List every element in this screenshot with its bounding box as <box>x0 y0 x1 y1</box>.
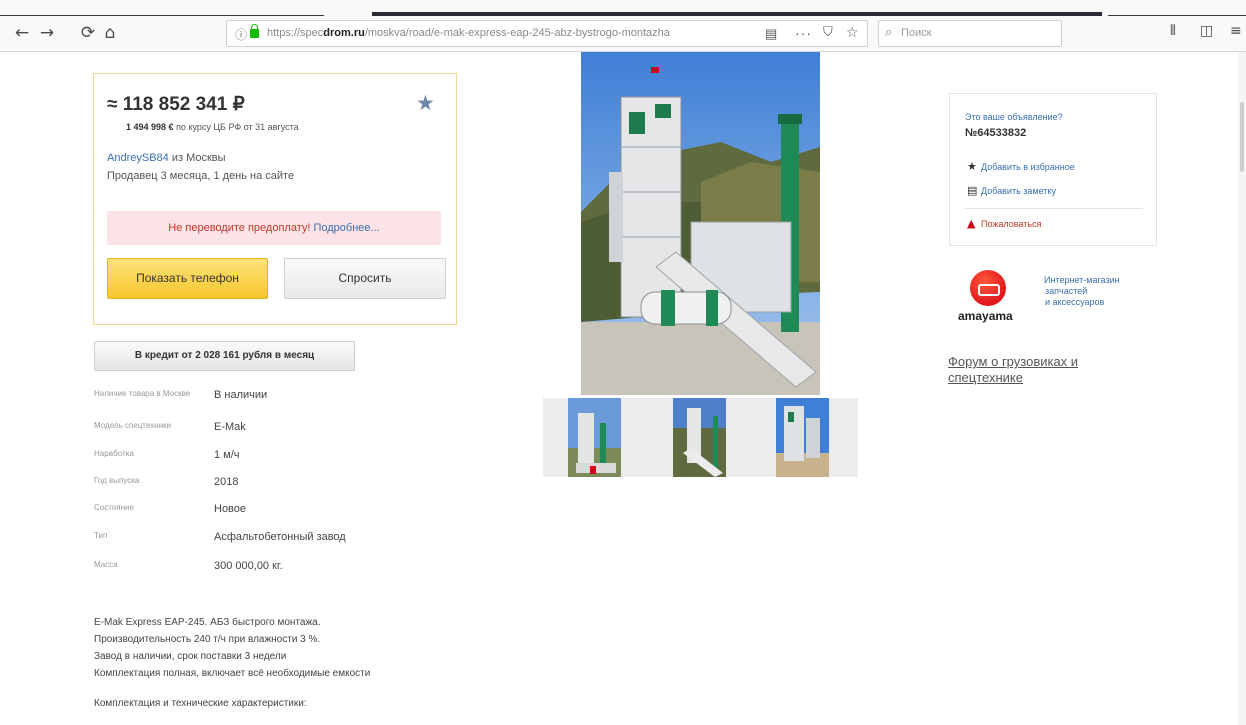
add-favorite-link[interactable]: Добавить в избранное <box>981 162 1075 172</box>
amayama-brand[interactable]: amayama <box>958 309 1013 323</box>
favorite-star-icon[interactable]: ★ <box>416 91 435 115</box>
menu-icon[interactable]: ≡ <box>1230 23 1242 39</box>
spec-key: Состояние <box>94 503 134 512</box>
search-icon: ⌕ <box>885 25 893 40</box>
amayama-line: запчастей <box>1045 286 1088 296</box>
spec-value: Новое <box>214 503 247 515</box>
thumbnail[interactable] <box>568 398 621 477</box>
amayama-logo-icon[interactable] <box>970 270 1006 306</box>
complain-item[interactable]: ▲ Пожаловаться <box>967 217 1041 230</box>
library-icon[interactable]: ⫴ <box>1170 23 1176 39</box>
price: ≈ 118 852 341 ₽ <box>107 94 245 115</box>
lock-icon <box>250 24 259 38</box>
spec-value: Асфальтобетонный завод <box>214 531 346 543</box>
spec-value: В наличии <box>214 389 268 401</box>
spec-value: 2018 <box>214 476 239 488</box>
address-bar[interactable]: ⓘ https://specdrom.ru/moskva/road/e-mak-… <box>226 20 868 47</box>
prepay-warning: Не переводите предоплату! Подробнее... <box>107 211 441 245</box>
forum-link-line: спецтехнике <box>948 370 1023 385</box>
thumbnail[interactable] <box>673 398 726 477</box>
reload-icon[interactable]: ⟳ <box>78 22 98 44</box>
search-box[interactable]: ⌕ Поиск <box>878 20 1062 47</box>
thumbnail-strip <box>543 398 858 477</box>
show-phone-button[interactable]: Показать телефон <box>107 258 268 299</box>
search-placeholder: Поиск <box>901 27 932 39</box>
ask-button[interactable]: Спросить <box>284 258 446 299</box>
description-line: Комплектация и технические характеристик… <box>94 698 307 709</box>
sidebar-icon[interactable]: ◫ <box>1200 23 1213 39</box>
description-line: Комплектация полная, включает всё необхо… <box>94 668 371 679</box>
spec-key: Масса <box>94 560 118 569</box>
add-note-link[interactable]: Добавить заметку <box>981 186 1056 196</box>
description-line: Производительность 240 т/ч при влажности… <box>94 634 321 645</box>
add-note-item[interactable]: ▤ Добавить заметку <box>967 184 1056 197</box>
star-icon: ★ <box>967 160 977 173</box>
spec-key: Наработка <box>94 449 134 458</box>
asphalt-plant-photo <box>581 52 820 395</box>
scrollbar-thumb[interactable] <box>1240 102 1244 172</box>
complain-link[interactable]: Пожаловаться <box>981 219 1041 229</box>
site-info-icon[interactable]: ⓘ <box>235 26 247 43</box>
back-icon[interactable]: ← <box>12 22 32 44</box>
listing-id: №64533832 <box>965 127 1027 139</box>
spec-key: Тип <box>94 531 108 540</box>
spec-value: 300 000,00 кг. <box>214 560 283 572</box>
home-icon[interactable]: ⌂ <box>100 22 120 44</box>
spec-key: Модель спецтехники <box>94 421 172 430</box>
forum-link[interactable]: Форум о грузовиках и спецтехнике <box>948 354 1078 386</box>
amayama-line: и аксессуаров <box>1045 297 1105 307</box>
price-eur: 1 494 998 € по курсу ЦБ РФ от 31 августа <box>126 122 299 132</box>
add-favorite-item[interactable]: ★ Добавить в избранное <box>967 160 1075 173</box>
url-text[interactable]: https://specdrom.ru/moskva/road/e-mak-ex… <box>267 27 727 39</box>
spec-value: E-Mak <box>214 421 246 433</box>
page-actions-icon[interactable]: ··· <box>795 25 812 41</box>
pocket-icon[interactable]: ⛉ <box>823 25 833 40</box>
warning-more-link[interactable]: Подробнее... <box>313 222 379 234</box>
spec-key: Год выпуска <box>94 476 140 485</box>
price-box: ≈ 118 852 341 ₽ ★ 1 494 998 € по курсу Ц… <box>93 73 457 325</box>
amayama-line: Интернет-магазин <box>1044 275 1120 285</box>
description-line: E-Mak Express EAP-245. АБЗ быстрого монт… <box>94 617 321 628</box>
warning-icon: ▲ <box>967 217 976 230</box>
main-photo[interactable] <box>581 52 820 395</box>
spec-value: 1 м/ч <box>214 449 240 461</box>
browser-toolbar: ← → ⟳ ⌂ ⓘ https://specdrom.ru/moskva/roa… <box>0 16 1246 52</box>
credit-button[interactable]: В кредит от 2 028 161 рубля в месяц <box>94 341 355 371</box>
tab-strip <box>0 0 1246 16</box>
note-icon: ▤ <box>967 184 978 197</box>
description-line: Завод в наличии, срок поставки 3 недели <box>94 651 287 662</box>
seller-info: AndreySB84 из Москвы <box>107 152 226 164</box>
seller-since: Продавец 3 месяца, 1 день на сайте <box>107 170 295 182</box>
divider <box>965 208 1143 209</box>
thumbnail[interactable] <box>776 398 829 477</box>
forum-link-line: Форум о грузовиках и <box>948 354 1079 369</box>
forward-icon[interactable]: → <box>37 22 57 44</box>
owner-box: Это ваше объявление? №64533832 ★ Добавить… <box>949 93 1157 246</box>
owner-question-link[interactable]: Это ваше объявление? <box>965 112 1063 122</box>
seller-link[interactable]: AndreySB84 <box>107 152 169 164</box>
bookmark-star-icon[interactable]: ☆ <box>846 25 859 41</box>
reader-view-icon[interactable]: ▤ <box>765 26 777 42</box>
spec-key: Наличие товара в Москве <box>94 389 191 398</box>
description: E-Mak Express EAP-245. АБЗ быстрого монт… <box>94 614 474 712</box>
amayama-ad-text[interactable]: Интернет-магазин запчастей и аксессуаров <box>1044 275 1120 308</box>
